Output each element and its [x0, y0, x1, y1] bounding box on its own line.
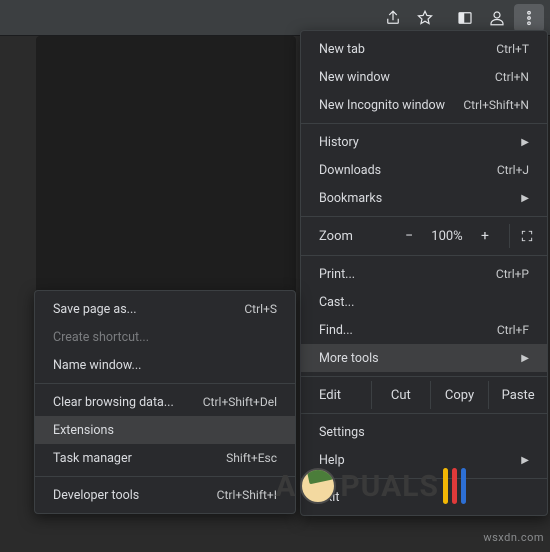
menu-separator	[301, 413, 547, 414]
menu-find[interactable]: Find... Ctrl+F	[301, 316, 547, 344]
menu-label: New tab	[319, 42, 365, 57]
menu-label: History	[319, 135, 359, 150]
menu-label: More tools	[319, 351, 379, 366]
edit-copy-button[interactable]: Copy	[430, 381, 489, 409]
menu-new-window[interactable]: New window Ctrl+N	[301, 63, 547, 91]
zoom-out-button[interactable]: −	[393, 228, 425, 244]
menu-bookmarks[interactable]: Bookmarks ▶	[301, 184, 547, 212]
menu-label: Cast...	[319, 295, 354, 310]
logo-avatar-icon	[300, 468, 336, 504]
menu-label: Settings	[319, 425, 365, 440]
menu-new-tab[interactable]: New tab Ctrl+T	[301, 35, 547, 63]
menu-label: Clear browsing data...	[53, 395, 174, 410]
menu-separator	[35, 383, 295, 384]
menu-shortcut: Ctrl+Shift+Del	[203, 395, 277, 409]
edit-cut-button[interactable]: Cut	[371, 381, 430, 409]
submenu-clear-browsing-data[interactable]: Clear browsing data... Ctrl+Shift+Del	[35, 388, 295, 416]
menu-label: Developer tools	[53, 488, 139, 503]
menu-shortcut: Ctrl+F	[497, 323, 529, 337]
menu-separator	[301, 216, 547, 217]
edit-label: Edit	[301, 381, 371, 409]
menu-shortcut: Ctrl+P	[496, 267, 529, 281]
edit-paste-button[interactable]: Paste	[488, 381, 547, 409]
menu-label: Downloads	[319, 163, 381, 178]
menu-label: Name window...	[53, 358, 141, 373]
menu-cast[interactable]: Cast...	[301, 288, 547, 316]
menu-label: New Incognito window	[319, 98, 445, 113]
logo-text-a: A	[275, 469, 296, 504]
zoom-in-button[interactable]: +	[469, 228, 501, 244]
menu-settings[interactable]: Settings	[301, 418, 547, 446]
logo-band	[452, 468, 457, 504]
menu-history[interactable]: History ▶	[301, 128, 547, 156]
menu-downloads[interactable]: Downloads Ctrl+J	[301, 156, 547, 184]
menu-label: New window	[319, 70, 390, 85]
menu-shortcut: Ctrl+Shift+N	[463, 98, 529, 112]
menu-separator	[301, 376, 547, 377]
panel-icon[interactable]	[450, 4, 480, 32]
star-icon[interactable]	[410, 4, 440, 32]
menu-shortcut: Ctrl+J	[497, 163, 529, 177]
menu-label: Print...	[319, 267, 355, 282]
logo-band	[461, 468, 466, 504]
menu-label: Find...	[319, 323, 353, 338]
menu-label: Bookmarks	[319, 191, 382, 206]
menu-separator	[301, 123, 547, 124]
menu-shortcut: Ctrl+S	[244, 302, 277, 316]
submenu-save-page[interactable]: Save page as... Ctrl+S	[35, 295, 295, 323]
zoom-label: Zoom	[319, 229, 393, 244]
submenu-task-manager[interactable]: Task manager Shift+Esc	[35, 444, 295, 472]
browser-main-menu: New tab Ctrl+T New window Ctrl+N New Inc…	[300, 30, 548, 516]
zoom-value: 100%	[425, 229, 469, 244]
source-watermark: wsxdn.com	[483, 531, 544, 544]
menu-zoom-row: Zoom − 100% +	[301, 221, 547, 251]
logo-band	[443, 468, 448, 504]
kebab-icon[interactable]	[514, 4, 544, 32]
site-logo: A PUALS	[275, 468, 466, 504]
submenu-developer-tools[interactable]: Developer tools Ctrl+Shift+I	[35, 481, 295, 509]
logo-text-rest: PUALS	[340, 469, 439, 504]
chevron-right-icon: ▶	[521, 353, 529, 364]
menu-shortcut: Shift+Esc	[226, 451, 277, 465]
menu-label: Save page as...	[53, 302, 137, 317]
share-icon[interactable]	[378, 4, 408, 32]
menu-label: Extensions	[53, 423, 114, 438]
menu-label: Create shortcut...	[53, 330, 149, 345]
menu-print[interactable]: Print... Ctrl+P	[301, 260, 547, 288]
fullscreen-icon[interactable]	[509, 224, 543, 248]
chevron-right-icon: ▶	[521, 193, 529, 204]
menu-more-tools[interactable]: More tools ▶	[301, 344, 547, 372]
menu-shortcut: Ctrl+T	[496, 42, 529, 56]
chevron-right-icon: ▶	[521, 137, 529, 148]
submenu-name-window[interactable]: Name window...	[35, 351, 295, 379]
submenu-create-shortcut: Create shortcut...	[35, 323, 295, 351]
menu-separator	[301, 255, 547, 256]
menu-new-incognito[interactable]: New Incognito window Ctrl+Shift+N	[301, 91, 547, 119]
menu-label: Help	[319, 453, 345, 468]
profile-icon[interactable]	[482, 4, 512, 32]
menu-separator	[35, 476, 295, 477]
chevron-right-icon: ▶	[521, 455, 529, 466]
more-tools-submenu: Save page as... Ctrl+S Create shortcut..…	[34, 290, 296, 514]
menu-shortcut: Ctrl+N	[495, 70, 529, 84]
menu-shortcut: Ctrl+Shift+I	[217, 488, 277, 502]
menu-edit-row: Edit Cut Copy Paste	[301, 381, 547, 409]
menu-label: Task manager	[53, 451, 132, 466]
submenu-extensions[interactable]: Extensions	[35, 416, 295, 444]
